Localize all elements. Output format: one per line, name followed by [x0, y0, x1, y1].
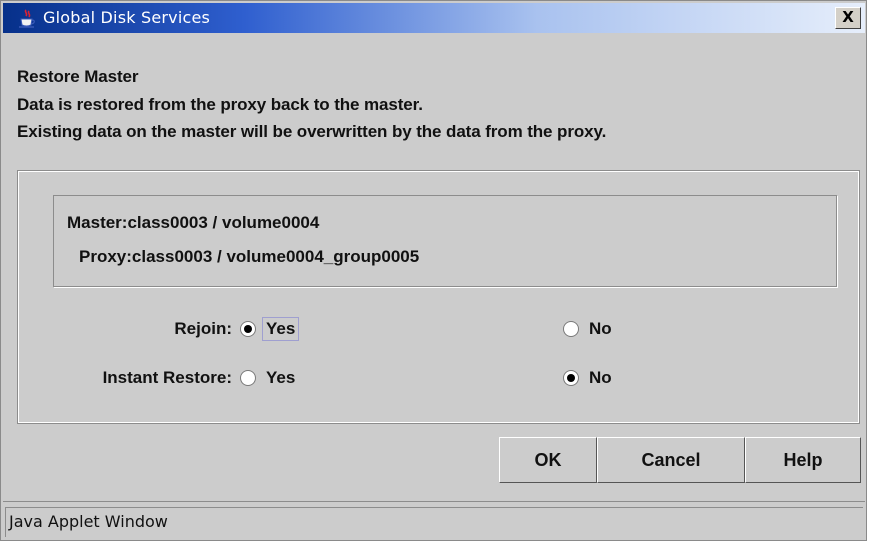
radio-unselected-icon: [563, 321, 579, 337]
close-button[interactable]: X: [835, 7, 861, 29]
radio-selected-icon: [563, 370, 579, 386]
volume-info-panel: [53, 195, 837, 287]
close-icon: X: [842, 8, 854, 26]
proxy-info: Proxy:class0003 / volume0004_group0005: [79, 247, 420, 266]
master-info: Master:class0003 / volume0004: [67, 213, 320, 232]
separator: [3, 501, 865, 502]
rejoin-no-radio[interactable]: No: [563, 317, 616, 341]
window-title: Global Disk Services: [43, 8, 211, 27]
dialog-window: Global Disk Services X Restore Master Da…: [0, 0, 867, 541]
instant-restore-no-radio[interactable]: No: [563, 366, 616, 390]
rejoin-yes-radio[interactable]: Yes: [240, 317, 300, 341]
message-line-1: Data is restored from the proxy back to …: [17, 95, 423, 114]
dialog-heading: Restore Master: [17, 67, 139, 86]
instant-restore-label: Instant Restore:: [102, 368, 232, 387]
radio-label: Yes: [262, 317, 300, 341]
instant-restore-yes-radio[interactable]: Yes: [240, 366, 299, 390]
radio-label: No: [589, 368, 612, 387]
ok-button[interactable]: OK: [499, 437, 597, 483]
radio-unselected-icon: [240, 370, 256, 386]
help-button[interactable]: Help: [745, 437, 861, 483]
cancel-button[interactable]: Cancel: [597, 437, 745, 483]
status-bar: Java Applet Window: [5, 507, 863, 537]
radio-selected-icon: [240, 321, 256, 337]
radio-label: No: [589, 319, 612, 338]
message-line-2: Existing data on the master will be over…: [17, 122, 607, 141]
java-cup-icon: [19, 9, 35, 28]
radio-label: Yes: [266, 368, 296, 387]
rejoin-label: Rejoin:: [174, 319, 232, 338]
title-bar[interactable]: Global Disk Services X: [3, 3, 865, 33]
